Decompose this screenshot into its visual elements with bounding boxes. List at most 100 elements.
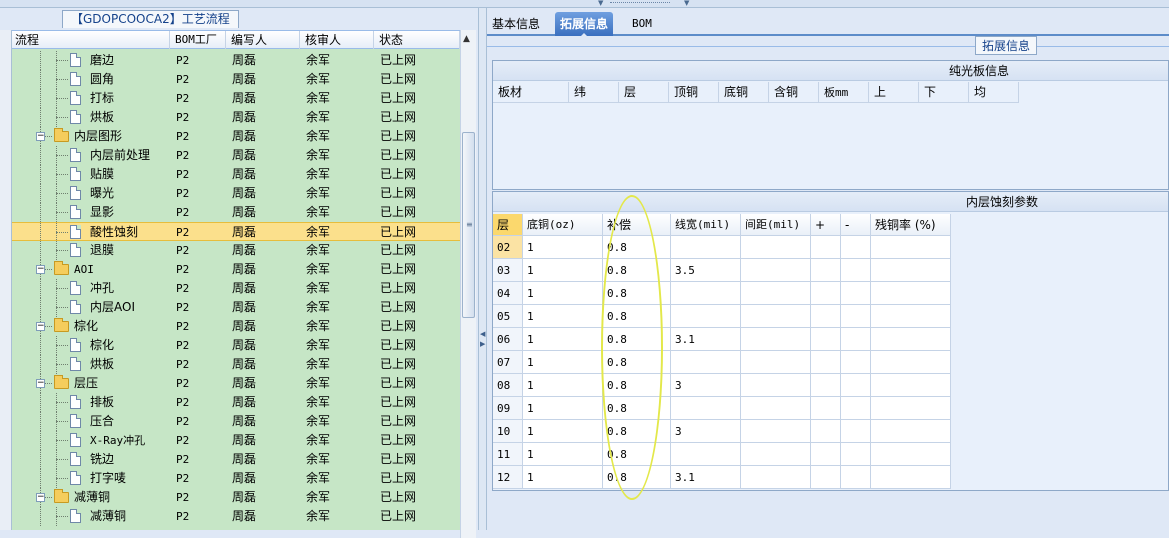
collapse-icon[interactable]: −	[36, 322, 45, 331]
etch-cell[interactable]	[811, 259, 841, 282]
etch-cell[interactable]: 3.1	[671, 328, 741, 351]
col-header-author[interactable]: 编写人	[228, 31, 300, 49]
etch-cell[interactable]: 1	[523, 397, 603, 420]
etch-cell[interactable]: 3.5	[671, 259, 741, 282]
etch-cell[interactable]	[811, 466, 841, 489]
etch-cell[interactable]	[871, 420, 951, 443]
scroll-thumb[interactable]: ≡	[462, 132, 475, 318]
etch-cell[interactable]: 0.8	[603, 282, 671, 305]
tree-row[interactable]: 排板 P2 周磊 余军 已上网	[12, 393, 460, 412]
etch-cell[interactable]: 1	[523, 466, 603, 489]
etch-cell[interactable]	[671, 236, 741, 259]
etch-cell[interactable]: 1	[523, 351, 603, 374]
top-splitter-strip[interactable]: ▼ ▼	[0, 0, 1169, 8]
etch-layer-cell[interactable]: 11	[493, 443, 523, 466]
vertical-splitter[interactable]: ◀ ▶	[478, 8, 487, 530]
etch-layer-cell[interactable]: 02	[493, 236, 523, 259]
etch-col-header[interactable]: 残铜率 (%)	[871, 214, 951, 236]
etch-cell[interactable]	[811, 236, 841, 259]
etch-layer-cell[interactable]: 03	[493, 259, 523, 282]
tree-row[interactable]: 烘板 P2 周磊 余军 已上网	[12, 355, 460, 374]
plain-board-col-header[interactable]: 含铜	[769, 82, 819, 103]
etch-cell[interactable]: 1	[523, 374, 603, 397]
plain-board-col-header[interactable]: 均	[969, 82, 1019, 103]
etch-cell[interactable]: 0.8	[603, 466, 671, 489]
etch-cell[interactable]	[841, 305, 871, 328]
etch-layer-cell[interactable]: 04	[493, 282, 523, 305]
splitter-right-icon[interactable]: ▶	[480, 340, 485, 348]
splitter-left-icon[interactable]: ◀	[480, 330, 485, 338]
etch-cell[interactable]	[741, 374, 811, 397]
etch-cell[interactable]	[741, 397, 811, 420]
tree-row[interactable]: 贴膜 P2 周磊 余军 已上网	[12, 165, 460, 184]
etch-col-header[interactable]: 补偿	[603, 214, 671, 236]
tree-row[interactable]: 曝光 P2 周磊 余军 已上网	[12, 184, 460, 203]
collapse-down-icon[interactable]: ▼	[684, 0, 689, 7]
etch-cell[interactable]	[671, 397, 741, 420]
tree-scrollbar[interactable]: ▲ ≡	[460, 30, 476, 538]
etch-layer-cell[interactable]: 09	[493, 397, 523, 420]
etch-cell[interactable]: 0.8	[603, 351, 671, 374]
etch-cell[interactable]	[841, 420, 871, 443]
tree-row[interactable]: 打字唛 P2 周磊 余军 已上网	[12, 469, 460, 488]
tree-row[interactable]: 磨边 P2 周磊 余军 已上网	[12, 51, 460, 70]
etch-cell[interactable]	[841, 236, 871, 259]
etch-cell[interactable]	[871, 351, 951, 374]
tree-row[interactable]: 内层AOI P2 周磊 余军 已上网	[12, 298, 460, 317]
tree-row[interactable]: 内层前处理 P2 周磊 余军 已上网	[12, 146, 460, 165]
tree-row[interactable]: 圆角 P2 周磊 余军 已上网	[12, 70, 460, 89]
etch-cell[interactable]: 1	[523, 259, 603, 282]
plain-board-col-header[interactable]: 层	[619, 82, 669, 103]
etch-cell[interactable]	[811, 282, 841, 305]
tree-row[interactable]: 显影 P2 周磊 余军 已上网	[12, 203, 460, 222]
plain-board-col-header[interactable]: 顶铜	[669, 82, 719, 103]
etch-col-header[interactable]: 间距(mil)	[741, 214, 811, 236]
etch-cell[interactable]	[811, 420, 841, 443]
etch-cell[interactable]: 3	[671, 420, 741, 443]
etch-cell[interactable]	[741, 259, 811, 282]
etch-cell[interactable]	[841, 282, 871, 305]
etch-layer-cell[interactable]: 07	[493, 351, 523, 374]
top-splitter-grip[interactable]	[610, 2, 670, 5]
etch-cell[interactable]	[841, 259, 871, 282]
etch-layer-cell[interactable]: 05	[493, 305, 523, 328]
etch-cell[interactable]: 0.8	[603, 397, 671, 420]
etch-cell[interactable]	[811, 397, 841, 420]
etch-cell[interactable]	[741, 328, 811, 351]
etch-col-header[interactable]: 线宽(mil)	[671, 214, 741, 236]
etch-cell[interactable]	[841, 374, 871, 397]
etch-cell[interactable]: 3	[671, 374, 741, 397]
etch-cell[interactable]	[741, 466, 811, 489]
etch-cell[interactable]	[811, 374, 841, 397]
etch-cell[interactable]: 1	[523, 420, 603, 443]
etch-cell[interactable]	[671, 282, 741, 305]
etch-cell[interactable]	[741, 282, 811, 305]
tab-extended-info[interactable]: 拓展信息	[555, 12, 614, 38]
collapse-icon[interactable]: −	[36, 379, 45, 388]
etch-layer-cell[interactable]: 08	[493, 374, 523, 397]
etch-cell[interactable]	[811, 328, 841, 351]
tree-folder-row[interactable]: − 减薄铜 P2 周磊 余军 已上网	[12, 488, 460, 507]
plain-board-col-header[interactable]: 板mm	[819, 82, 869, 103]
etch-cell[interactable]: 0.8	[603, 236, 671, 259]
etch-col-header[interactable]: 底铜(oz)	[523, 214, 603, 236]
col-header-bom-factory[interactable]: BOM工厂	[172, 31, 226, 49]
etch-cell[interactable]	[811, 305, 841, 328]
etch-layer-cell[interactable]: 10	[493, 420, 523, 443]
etch-cell[interactable]	[671, 305, 741, 328]
etch-layer-cell[interactable]: 06	[493, 328, 523, 351]
tree-row[interactable]: X-Ray冲孔 P2 周磊 余军 已上网	[12, 431, 460, 450]
etch-cell[interactable]	[741, 420, 811, 443]
etch-cell[interactable]: 0.8	[603, 443, 671, 466]
col-header-status[interactable]: 状态	[376, 31, 460, 49]
collapse-icon[interactable]: −	[36, 493, 45, 502]
tree-folder-row[interactable]: − 内层图形 P2 周磊 余军 已上网	[12, 127, 460, 146]
etch-cell[interactable]	[671, 443, 741, 466]
etch-cell[interactable]	[871, 282, 951, 305]
tree-row[interactable]: 酸性蚀刻 P2 周磊 余军 已上网	[12, 222, 460, 242]
etch-cell[interactable]	[741, 305, 811, 328]
etch-cell[interactable]: 0.8	[603, 259, 671, 282]
etch-layer-cell[interactable]: 12	[493, 466, 523, 489]
scroll-up-icon[interactable]: ▲	[463, 34, 470, 44]
etch-cell[interactable]	[741, 443, 811, 466]
